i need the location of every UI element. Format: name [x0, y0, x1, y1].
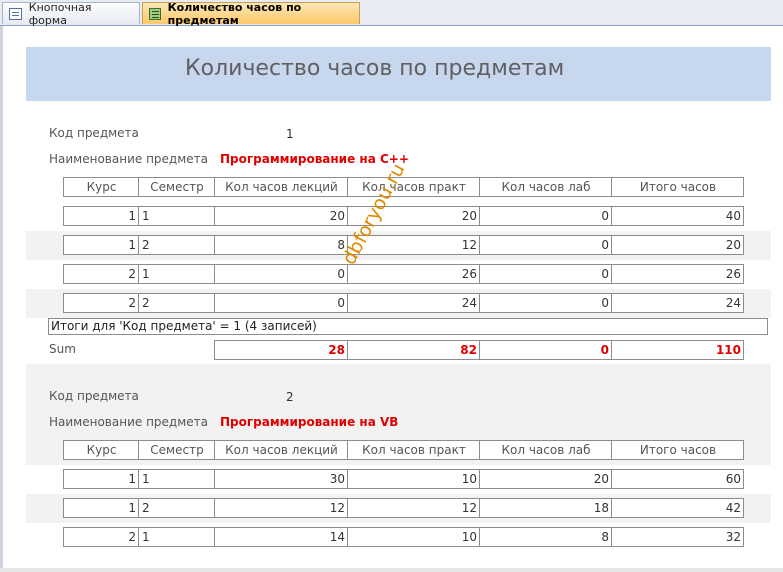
group-header-band: [26, 364, 771, 392]
table-cell-course: 2: [63, 527, 139, 547]
tab-label: Количество часов по предметам: [167, 0, 302, 27]
sum-total: 110: [611, 340, 744, 360]
table-cell-total: 26: [611, 264, 744, 284]
table-cell-labs: 0: [479, 206, 612, 226]
table-cell-lectures: 0: [214, 293, 348, 313]
table-cell-lectures: 0: [214, 264, 348, 284]
sum-lectures: 28: [214, 340, 348, 360]
subject-code-label: Код предмета: [49, 389, 139, 403]
column-header-lectures: Кол часов лекций: [214, 440, 348, 460]
window-edge: [0, 26, 3, 572]
table-cell-practice: 26: [347, 264, 480, 284]
table-cell-total: 24: [611, 293, 744, 313]
table-cell-lectures: 30: [214, 469, 348, 489]
subject-name-value: Программирование на VB: [220, 415, 399, 429]
table-cell-semester: 1: [138, 527, 215, 547]
table-cell-labs: 0: [479, 264, 612, 284]
table-cell-lectures: 12: [214, 498, 348, 518]
subject-name-label: Наименование предмета: [49, 415, 208, 429]
table-cell-course: 2: [63, 293, 139, 313]
sum-label: Sum: [49, 342, 76, 356]
subject-code-value: 1: [286, 127, 294, 141]
tab-switchboard-form[interactable]: Кнопочная форма: [2, 0, 140, 27]
table-cell-practice: 12: [347, 498, 480, 518]
column-header-course: Курс: [63, 440, 139, 460]
table-cell-semester: 1: [138, 264, 215, 284]
table-cell-lectures: 14: [214, 527, 348, 547]
subject-code-value: 2: [286, 390, 294, 404]
table-cell-labs: 18: [479, 498, 612, 518]
table-cell-semester: 2: [138, 235, 215, 255]
table-cell-labs: 0: [479, 293, 612, 313]
column-header-semester: Семестр: [138, 440, 215, 460]
column-header-labs: Кол часов лаб: [479, 177, 612, 197]
table-cell-labs: 0: [479, 235, 612, 255]
table-cell-course: 1: [63, 206, 139, 226]
tab-strip: Кнопочная форма Количество часов по пред…: [0, 0, 783, 27]
table-cell-labs: 8: [479, 527, 612, 547]
group-summary-text: Итоги для 'Код предмета' = 1 (4 записей): [48, 318, 768, 335]
table-cell-total: 60: [611, 469, 744, 489]
column-header-practice: Кол часов практ: [347, 177, 480, 197]
table-cell-semester: 1: [138, 469, 215, 489]
table-cell-labs: 20: [479, 469, 612, 489]
column-header-total: Итого часов: [611, 177, 744, 197]
subject-name-label: Наименование предмета: [49, 152, 208, 166]
column-header-practice: Кол часов практ: [347, 440, 480, 460]
sum-practice: 82: [347, 340, 480, 360]
table-cell-practice: 10: [347, 527, 480, 547]
table-cell-semester: 1: [138, 206, 215, 226]
table-cell-practice: 24: [347, 293, 480, 313]
report-title: Количество часов по предметам: [185, 56, 565, 81]
column-header-labs: Кол часов лаб: [479, 440, 612, 460]
table-cell-course: 2: [63, 264, 139, 284]
table-cell-semester: 2: [138, 293, 215, 313]
column-header-total: Итого часов: [611, 440, 744, 460]
form-icon: [9, 7, 22, 20]
column-header-lectures: Кол часов лекций: [214, 177, 348, 197]
table-cell-total: 40: [611, 206, 744, 226]
subject-code-label: Код предмета: [49, 126, 139, 140]
column-header-course: Курс: [63, 177, 139, 197]
table-cell-semester: 2: [138, 498, 215, 518]
subject-name-value: Программирование на С++: [220, 152, 409, 166]
table-cell-lectures: 8: [214, 235, 348, 255]
table-cell-course: 1: [63, 498, 139, 518]
report-icon: [149, 7, 161, 20]
sum-labs: 0: [479, 340, 612, 360]
table-cell-total: 42: [611, 498, 744, 518]
table-cell-lectures: 20: [214, 206, 348, 226]
tab-label: Кнопочная форма: [28, 0, 92, 27]
column-header-semester: Семестр: [138, 177, 215, 197]
table-cell-course: 1: [63, 469, 139, 489]
table-cell-total: 32: [611, 527, 744, 547]
scroll-edge: [0, 568, 783, 572]
tab-hours-report[interactable]: Количество часов по предметам: [142, 0, 360, 27]
table-cell-total: 20: [611, 235, 744, 255]
table-cell-practice: 10: [347, 469, 480, 489]
table-cell-course: 1: [63, 235, 139, 255]
